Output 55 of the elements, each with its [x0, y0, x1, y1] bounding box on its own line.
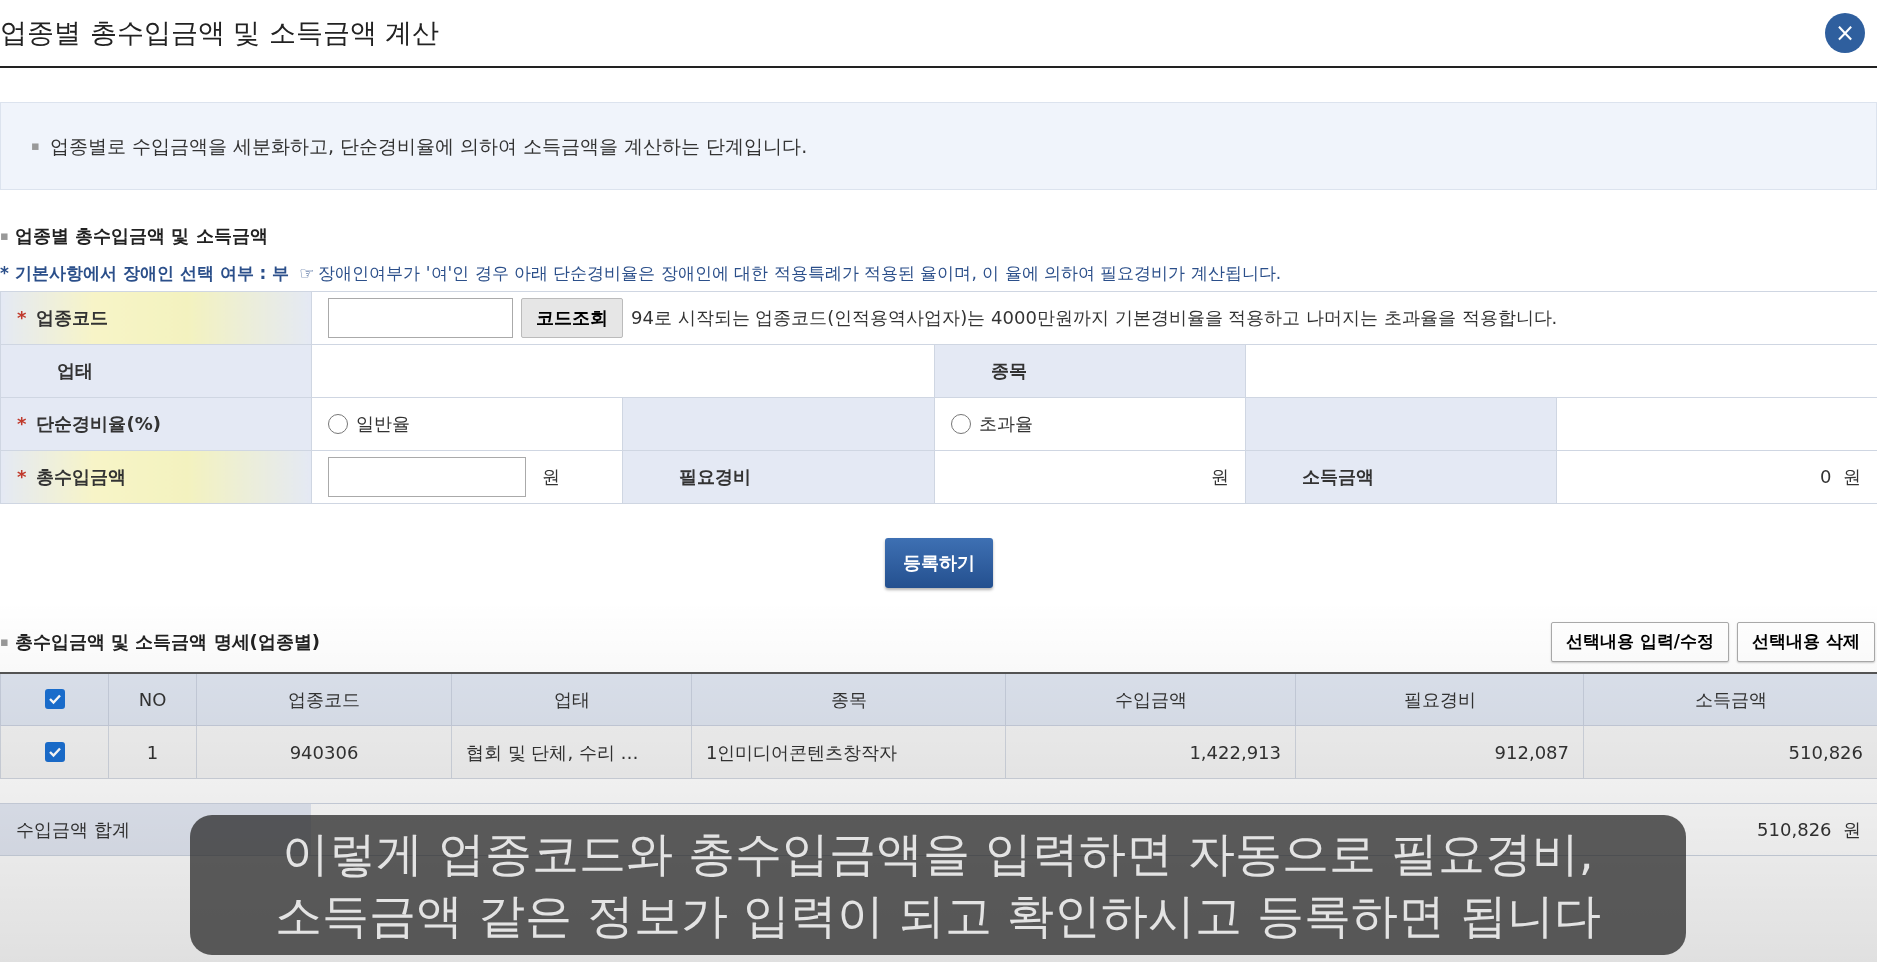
action-button[interactable]: 선택내용 입력/수정: [1550, 621, 1730, 662]
table-cell: 협회 및 단체, 수리 …: [451, 725, 692, 779]
subtitle-line: 소득금액 같은 정보가 입력이 되고 확인하시고 등록하면 됩니다: [274, 887, 1602, 945]
section-title: 업종별 총수입금액 및 소득금액: [14, 224, 268, 248]
form-label: 업종코드: [36, 307, 109, 328]
radio-label: 초과율: [979, 412, 1033, 436]
column-header: 필요경비: [1295, 672, 1584, 726]
bullet-icon: ▪: [0, 225, 9, 246]
notice-label: * 기본사항에서 장애인 선택 여부 : 부: [0, 262, 290, 285]
register-button[interactable]: 등록하기: [884, 537, 993, 588]
code-field[interactable]: [328, 297, 513, 338]
column-header: NO: [108, 672, 197, 726]
action-button[interactable]: 선택내용 삭제: [1737, 621, 1875, 662]
value-text: 0 원: [1820, 466, 1861, 487]
radio-button[interactable]: [328, 413, 348, 434]
total-value: 510,826 원: [1757, 818, 1861, 842]
form-label: 소득금액: [1302, 466, 1374, 487]
code-lookup-button[interactable]: 코드조회: [521, 297, 623, 338]
form-label: 총수입금액: [36, 466, 127, 487]
value-text: 원: [1211, 466, 1229, 487]
column-header: 업태: [451, 672, 692, 726]
table-cell: 1인미디어콘텐츠창작자: [691, 725, 1006, 779]
close-button[interactable]: ×: [1825, 13, 1865, 53]
table-cell: 1,422,913: [1005, 725, 1296, 779]
info-text: 업종별로 수입금액을 세분화하고, 단순경비율에 의하여 소득금액을 계산하는 단계입니다.: [49, 133, 808, 159]
bullet-icon: ▪: [31, 136, 40, 156]
pointing-hand-icon: ☞: [299, 261, 315, 287]
column-header: 수입금액: [1005, 672, 1296, 726]
required-mark: *: [17, 413, 27, 434]
form-label: 필요경비: [679, 466, 751, 487]
total-label: 수입금액 합계: [16, 818, 130, 842]
notice-text: 장애인여부가 '여'인 경우 아래 단순경비율은 장애인에 대한 적용특례가 적용된 율이며, 이 율에 의하여 필요경비가 계산됩니다.: [318, 262, 1282, 285]
section-title: 총수입금액 및 소득금액 명세(업종별): [14, 630, 321, 654]
hint-text: 94로 시작되는 업종코드(인적용역사업자)는 4000만원까지 기본경비율을 적용하고 나머지는 초과율을 적용합니다.: [631, 306, 1558, 330]
column-header: 종목: [691, 672, 1006, 726]
required-mark: *: [17, 307, 27, 328]
radio-label: 일반율: [356, 412, 410, 436]
required-mark: *: [17, 466, 27, 487]
form-label: 업태: [57, 360, 93, 381]
checkbox[interactable]: [44, 741, 65, 762]
bullet-icon: ▪: [0, 631, 9, 652]
column-header: 소득금액: [1583, 672, 1877, 726]
checkbox[interactable]: [44, 688, 65, 709]
dialog-title: 업종별 총수입금액 및 소득금액 계산: [0, 16, 440, 50]
unit-text: 원: [542, 465, 560, 489]
amount-field[interactable]: [328, 456, 526, 497]
form-label: 종목: [991, 360, 1027, 381]
table-cell: 510,826: [1583, 725, 1877, 779]
subtitle-line: 이렇게 업종코드와 총수입금액을 입력하면 자동으로 필요경비,: [282, 825, 1594, 883]
table-cell: 1: [108, 725, 197, 779]
form-label: 단순경비율(%): [36, 413, 161, 434]
table-cell: 912,087: [1295, 725, 1584, 779]
table-cell: 940306: [196, 725, 452, 779]
radio-button[interactable]: [951, 413, 971, 434]
column-header: 업종코드: [196, 672, 452, 726]
